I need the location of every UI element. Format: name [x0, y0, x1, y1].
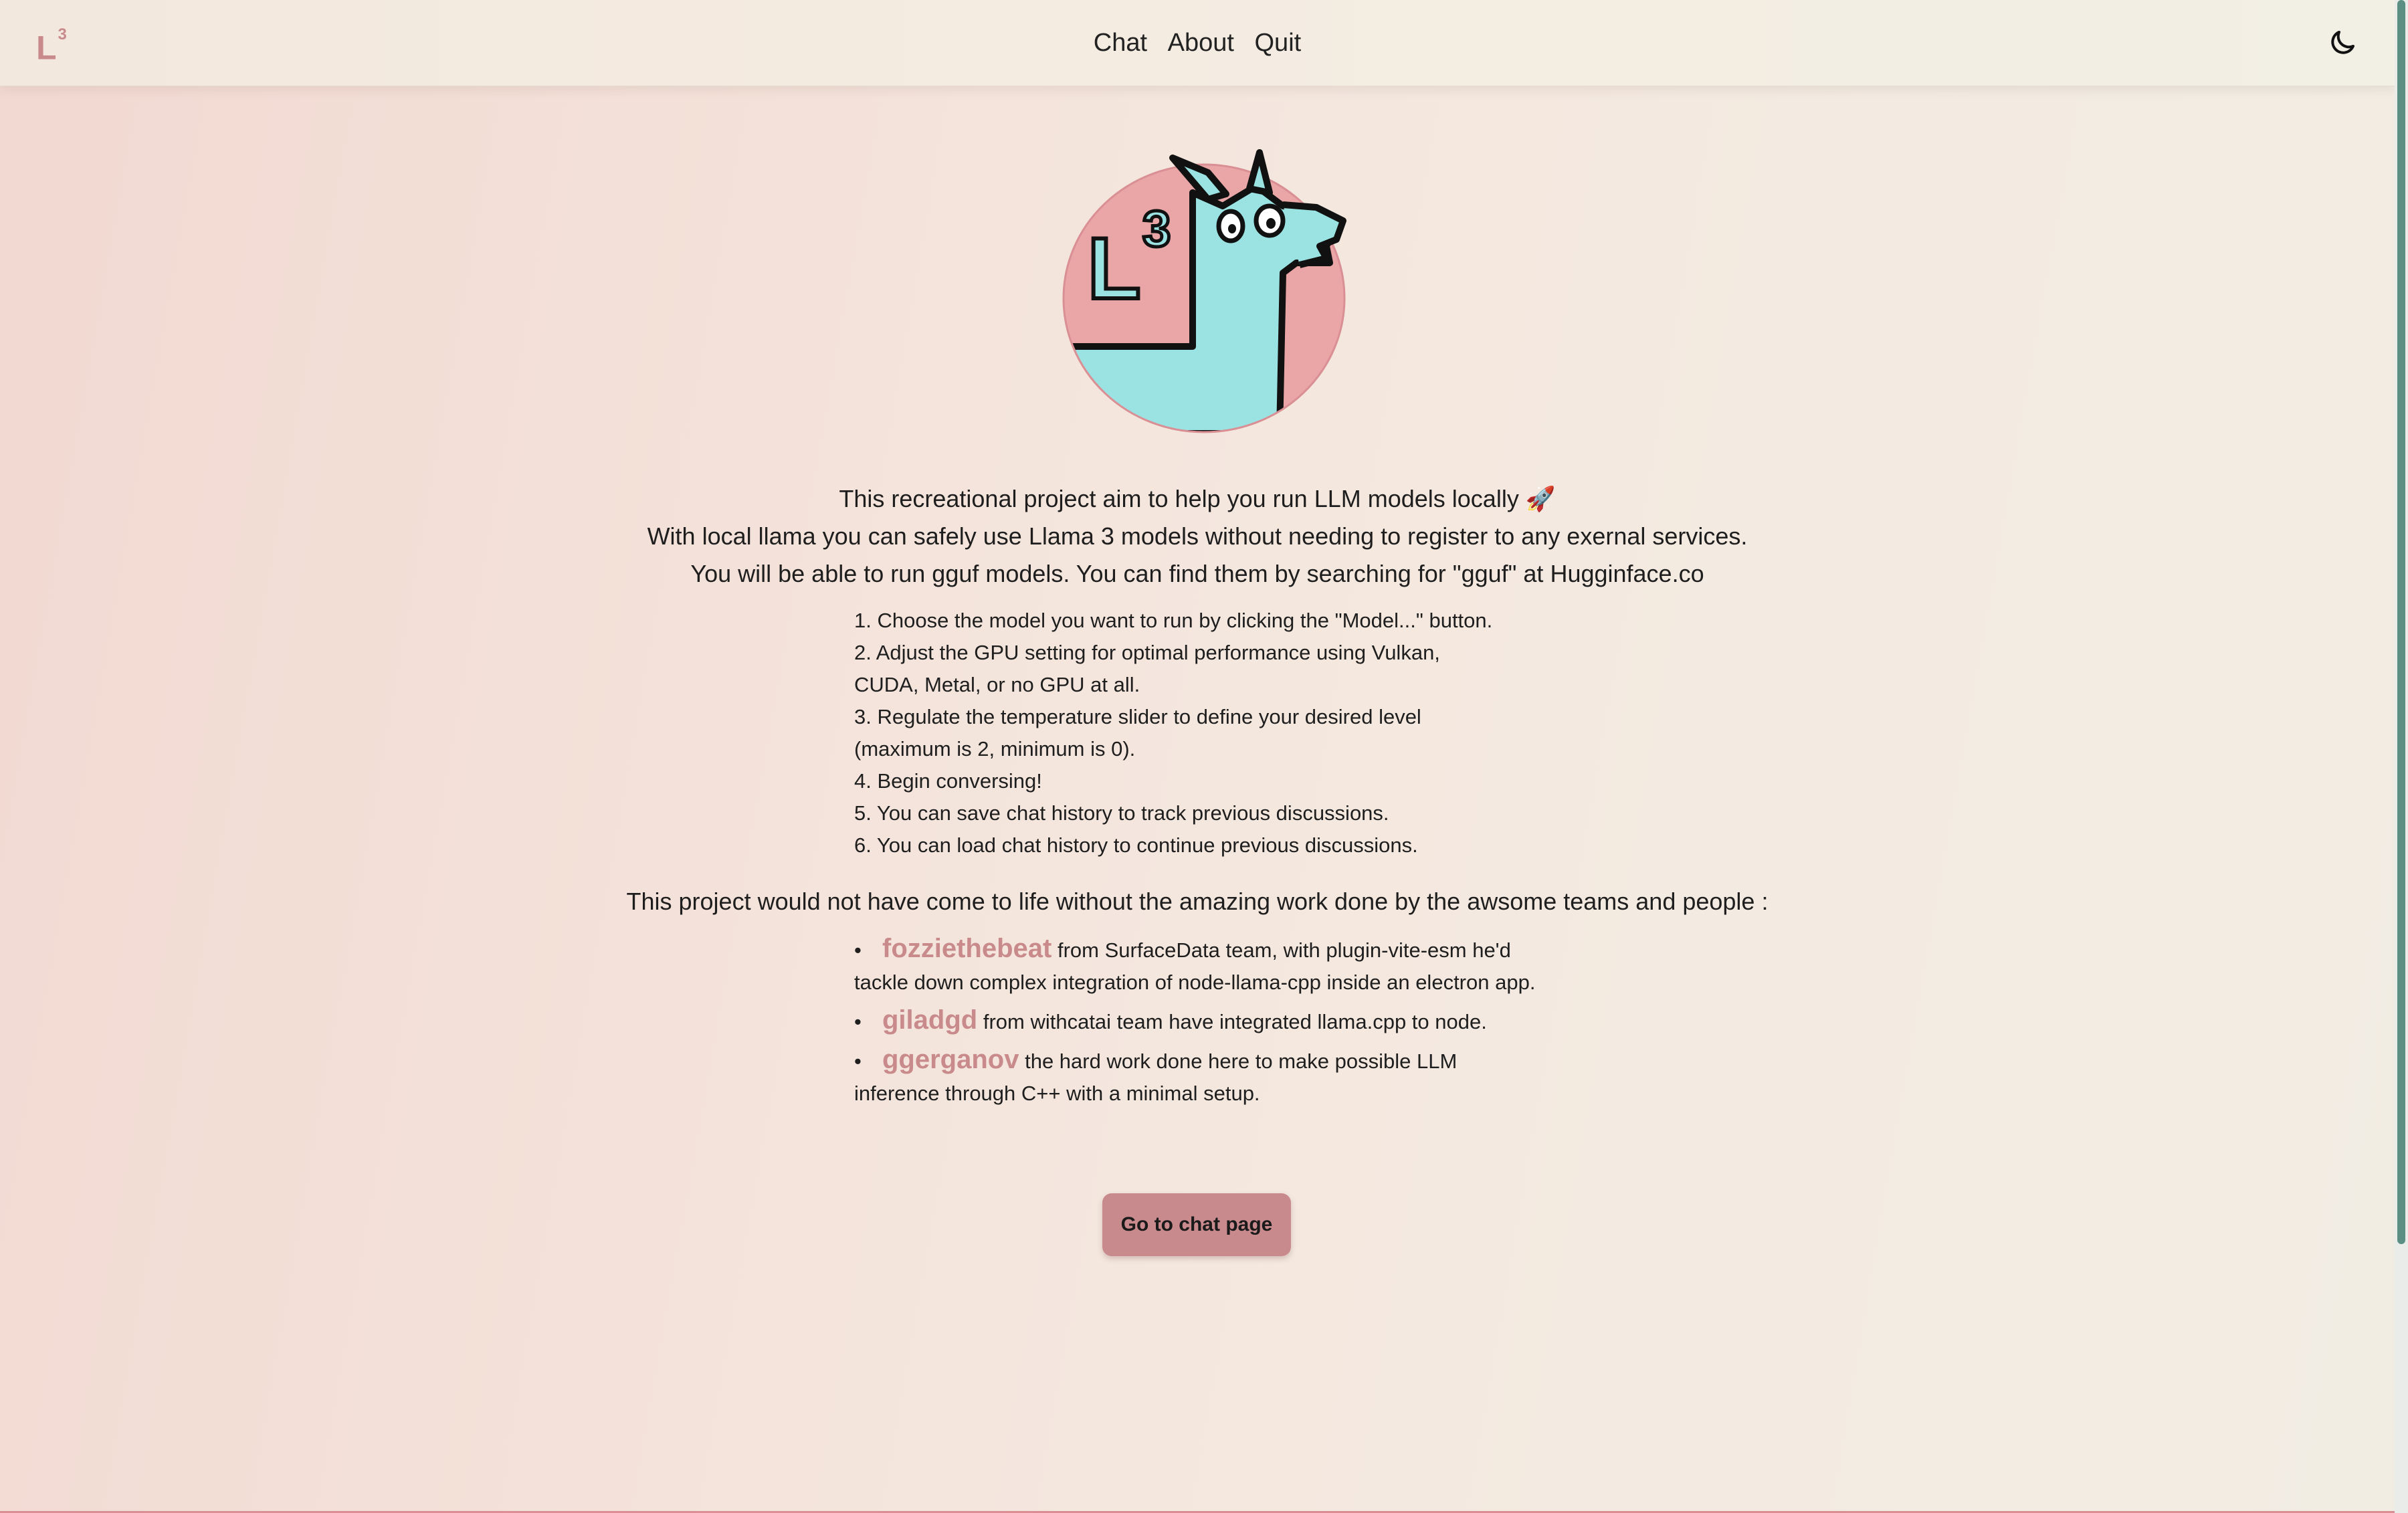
main-nav: Chat About Quit: [0, 25, 2395, 60]
credit-link-giladgd[interactable]: giladgd: [882, 1005, 977, 1035]
intro-text: This recreational project aim to help yo…: [0, 480, 2395, 593]
credit-item: • fozziethebeat from SurfaceData team, wi…: [854, 932, 1536, 999]
nav-quit-link[interactable]: Quit: [1255, 25, 1302, 60]
bullet: •: [854, 938, 862, 962]
intro-line: You will be able to run gguf models. You…: [690, 560, 1704, 587]
logo-digit-3: 3: [1142, 201, 1171, 258]
nav-about-link[interactable]: About: [1168, 25, 1234, 60]
step-item: 2. Adjust the GPU setting for optimal pe…: [854, 641, 1440, 696]
bullet: •: [854, 1010, 862, 1033]
credit-text: from withcatai team have integrated llam…: [977, 1010, 1487, 1033]
nav-chat-link[interactable]: Chat: [1094, 25, 1147, 60]
thanks-heading: This project would not have come to life…: [626, 888, 1769, 915]
step-item: 4. Begin conversing!: [854, 769, 1042, 793]
step-item: 6. You can load chat history to continue…: [854, 833, 1418, 857]
credit-link-ggerganov[interactable]: ggerganov: [882, 1045, 1019, 1074]
intro-line: This recreational project aim to help yo…: [839, 485, 1556, 512]
top-navbar: L3 Chat About Quit: [0, 0, 2395, 86]
moon-icon[interactable]: [2326, 27, 2359, 59]
credit-link-fozziethebeat[interactable]: fozziethebeat: [882, 934, 1051, 963]
llama-logo-icon: L 3: [1056, 146, 1357, 433]
credit-item: • ggerganov the hard work done here to ma…: [854, 1043, 1536, 1110]
logo-letter-l: L: [1088, 219, 1140, 317]
intro-line: With local llama you can safely use Llam…: [647, 522, 1748, 550]
go-to-chat-button[interactable]: Go to chat page: [1102, 1193, 1291, 1256]
credits-list: • fozziethebeat from SurfaceData team, wi…: [854, 932, 1536, 1115]
step-item: 1. Choose the model you want to run by c…: [854, 609, 1493, 632]
credit-item: • giladgd from withcatai team have integr…: [854, 1004, 1536, 1038]
vertical-scrollbar[interactable]: [2395, 0, 2408, 1513]
steps-list: 1. Choose the model you want to run by c…: [854, 605, 1550, 862]
bullet: •: [854, 1049, 862, 1073]
step-item: 3. Regulate the temperature slider to de…: [854, 705, 1421, 761]
step-item: 5. You can save chat history to track pr…: [854, 801, 1389, 825]
scrollbar-thumb[interactable]: [2397, 0, 2405, 1244]
